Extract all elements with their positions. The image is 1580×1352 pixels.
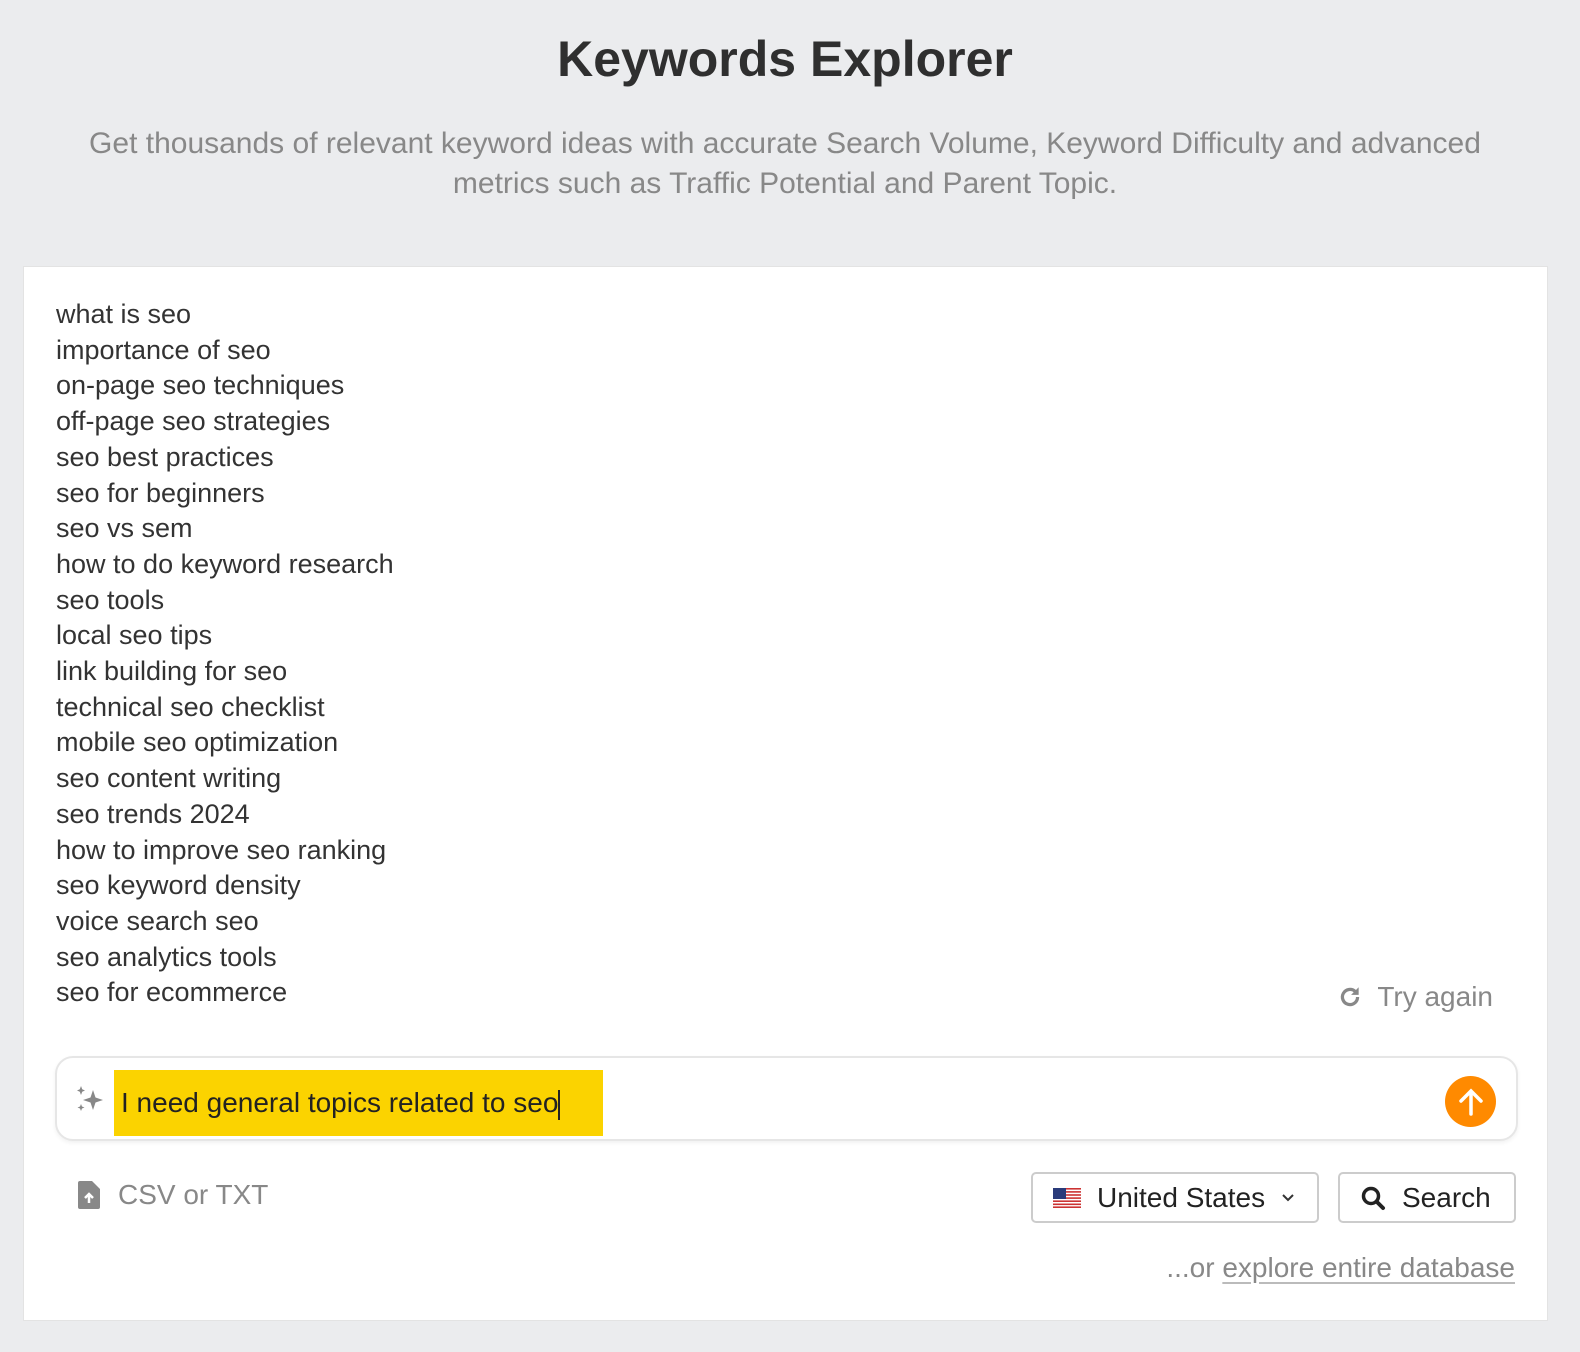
keyword-item: what is seo bbox=[56, 299, 192, 329]
prompt-text[interactable]: I need general topics related to seo bbox=[114, 1070, 603, 1136]
arrow-up-icon bbox=[1458, 1088, 1483, 1116]
search-icon bbox=[1361, 1186, 1385, 1210]
country-label: United States bbox=[1097, 1181, 1266, 1213]
explore-text: ...or explore entire database bbox=[1166, 1252, 1515, 1284]
try-again-label: Try again bbox=[1377, 981, 1493, 1012]
keyword-item: seo vs sem bbox=[56, 513, 193, 544]
search-button[interactable]: Search bbox=[1338, 1172, 1516, 1223]
explore-prefix: ...or bbox=[1166, 1252, 1223, 1283]
us-flag-icon bbox=[1053, 1187, 1081, 1208]
keyword-item: on-page seo techniques bbox=[56, 370, 345, 401]
keyword-list[interactable]: what is seo importance of seo on-page seo … bbox=[56, 297, 394, 1011]
keyword-item: mobile seo optimization bbox=[56, 727, 339, 758]
keyword-item: importance of seo bbox=[56, 334, 271, 365]
upload-file-button[interactable]: CSV or TXT bbox=[76, 1179, 268, 1211]
keyword-item: how to do keyword research bbox=[56, 548, 394, 579]
submit-button[interactable] bbox=[1445, 1076, 1496, 1127]
sparkle-icon bbox=[77, 1086, 103, 1111]
keyword-item: seo for ecommerce bbox=[56, 977, 288, 1008]
search-label: Search bbox=[1402, 1181, 1491, 1213]
explore-database-link[interactable]: explore entire database bbox=[1222, 1252, 1515, 1283]
keyword-card: what is seo importance of seo on-page seo … bbox=[23, 266, 1548, 1321]
page-subtitle: Get thousands of relevant keyword ideas … bbox=[89, 127, 1481, 200]
keyword-item: local seo tips bbox=[56, 620, 213, 651]
chevron-down-icon bbox=[1282, 1193, 1294, 1201]
keyword-item: seo trends 2024 bbox=[56, 798, 250, 829]
country-select[interactable]: United States bbox=[1031, 1172, 1319, 1223]
text-caret bbox=[558, 1089, 561, 1120]
try-again-button[interactable]: Try again bbox=[1337, 981, 1493, 1013]
keyword-item: link building for seo bbox=[56, 656, 288, 687]
page-title: Keywords Explorer bbox=[557, 31, 1013, 87]
keyword-item: off-page seo strategies bbox=[56, 406, 331, 437]
keyword-item: seo analytics tools bbox=[56, 941, 277, 972]
upload-label: CSV or TXT bbox=[118, 1179, 269, 1210]
keyword-item: voice search seo bbox=[56, 905, 259, 936]
keyword-item: how to improve seo ranking bbox=[56, 834, 387, 865]
keyword-item: technical seo checklist bbox=[56, 691, 325, 722]
refresh-icon bbox=[1341, 987, 1360, 1007]
keyword-item: seo best practices bbox=[56, 441, 274, 472]
keyword-item: seo content writing bbox=[56, 763, 282, 794]
prompt-value: I need general topics related to seo bbox=[121, 1087, 559, 1118]
keyword-item: seo for beginners bbox=[56, 477, 265, 508]
keyword-item: seo tools bbox=[56, 584, 165, 615]
file-upload-icon bbox=[78, 1181, 100, 1209]
keyword-item: seo keyword density bbox=[56, 870, 301, 901]
prompt-input[interactable]: I need general topics related to seo bbox=[55, 1056, 1518, 1141]
